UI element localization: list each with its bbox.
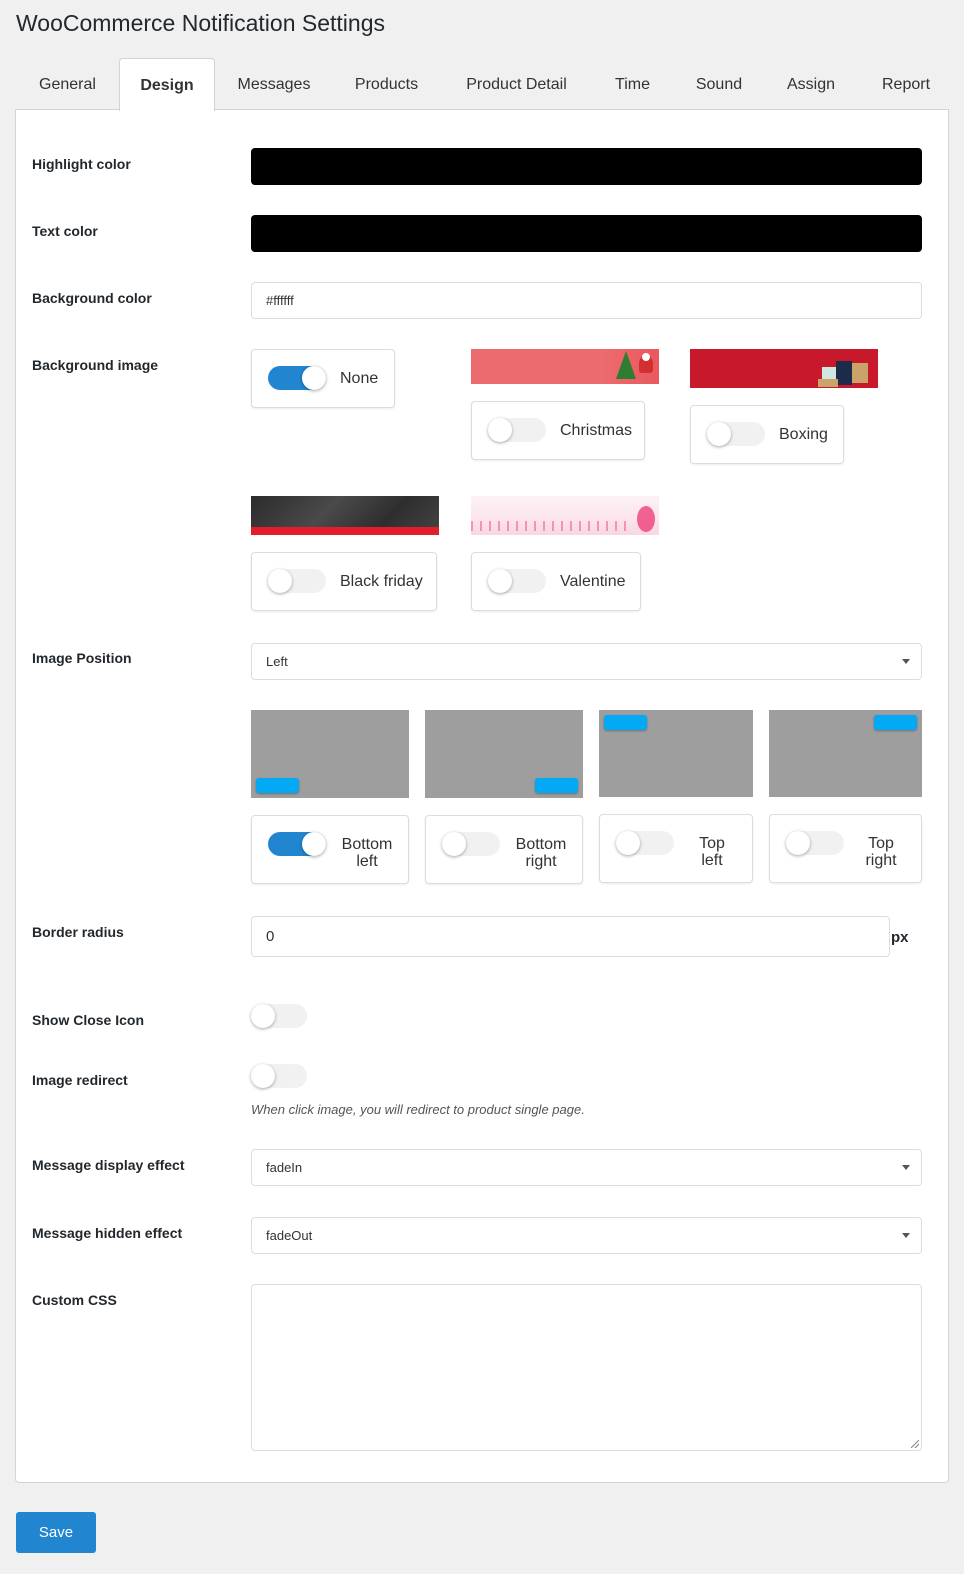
bg-black-friday-toggle[interactable]	[268, 569, 326, 593]
position-bottom-left-toggle[interactable]	[268, 832, 326, 856]
custom-css-label: Custom CSS	[32, 1292, 117, 1308]
message-display-effect-label: Message display effect	[32, 1157, 185, 1173]
position-bottom-right-label: Bottom right	[515, 836, 567, 870]
position-bottom-left-label: Bottom left	[341, 836, 393, 870]
chevron-down-icon	[902, 1233, 910, 1238]
bg-option-boxing[interactable]: Boxing	[690, 405, 844, 464]
tab-bar: General Design Messages Products Product…	[16, 58, 948, 111]
tab-product-detail[interactable]: Product Detail	[450, 58, 583, 110]
image-position-select[interactable]: Left	[251, 643, 922, 680]
notification-pill	[874, 715, 917, 730]
tab-assign[interactable]: Assign	[772, 58, 850, 110]
background-color-label: Background color	[32, 290, 152, 306]
background-color-input[interactable]: #ffffff	[251, 282, 922, 319]
position-option-bottom-left[interactable]: Bottom left	[251, 815, 409, 884]
custom-css-textarea[interactable]	[251, 1284, 922, 1451]
text-color-picker[interactable]	[251, 215, 922, 252]
background-image-label: Background image	[32, 357, 159, 373]
message-hidden-effect-value: fadeOut	[266, 1228, 313, 1243]
bg-valentine-toggle[interactable]	[488, 569, 546, 593]
image-redirect-help: When click image, you will redirect to p…	[251, 1102, 585, 1117]
border-radius-unit: px	[891, 929, 909, 946]
preview-bottom-left	[251, 710, 409, 798]
black-friday-banner-image	[251, 496, 439, 535]
bg-boxing-toggle[interactable]	[707, 422, 765, 446]
image-redirect-toggle[interactable]	[251, 1064, 307, 1088]
tab-products[interactable]: Products	[338, 58, 435, 110]
show-close-icon-label: Show Close Icon	[32, 1012, 145, 1028]
tab-design[interactable]: Design	[119, 58, 215, 111]
highlight-color-picker[interactable]	[251, 148, 922, 185]
show-close-icon-toggle[interactable]	[251, 1004, 307, 1028]
position-option-top-right[interactable]: Top right	[769, 814, 922, 883]
tab-general[interactable]: General	[16, 58, 119, 110]
tab-time[interactable]: Time	[601, 58, 664, 110]
christmas-banner-image	[471, 349, 659, 384]
image-position-value: Left	[266, 654, 288, 669]
notification-pill	[535, 778, 578, 793]
bg-valentine-label: Valentine	[560, 573, 626, 590]
bg-christmas-toggle[interactable]	[488, 418, 546, 442]
message-display-effect-value: fadeIn	[266, 1160, 303, 1175]
bg-boxing-label: Boxing	[779, 426, 828, 443]
bg-black-friday-label: Black friday	[340, 573, 423, 590]
text-color-label: Text color	[32, 223, 98, 239]
position-bottom-right-toggle[interactable]	[442, 832, 500, 856]
border-radius-input[interactable]: 0	[251, 916, 890, 957]
bg-option-christmas[interactable]: Christmas	[471, 401, 645, 460]
boxing-banner-image	[690, 349, 878, 388]
preview-top-right	[769, 710, 922, 797]
bg-none-label: None	[340, 370, 379, 387]
position-top-right-label: Top right	[865, 835, 897, 869]
position-top-left-label: Top left	[699, 835, 725, 869]
position-option-top-left[interactable]: Top left	[599, 814, 753, 883]
notification-pill	[604, 715, 647, 730]
notification-pill	[256, 778, 299, 793]
image-redirect-label: Image redirect	[32, 1072, 128, 1088]
bg-christmas-label: Christmas	[560, 422, 633, 439]
message-display-effect-select[interactable]: fadeIn	[251, 1149, 922, 1186]
tab-messages[interactable]: Messages	[222, 58, 326, 110]
preview-top-left	[599, 710, 753, 797]
chevron-down-icon	[902, 1165, 910, 1170]
position-top-right-toggle[interactable]	[786, 831, 844, 855]
message-hidden-effect-label: Message hidden effect	[32, 1225, 183, 1241]
position-top-left-toggle[interactable]	[616, 831, 674, 855]
chevron-down-icon	[902, 659, 910, 664]
tab-sound[interactable]: Sound	[680, 58, 758, 110]
image-position-label: Image Position	[32, 650, 132, 666]
position-option-bottom-right[interactable]: Bottom right	[425, 815, 583, 884]
page-title: WooCommerce Notification Settings	[16, 10, 385, 36]
preview-bottom-right	[425, 710, 583, 798]
save-button[interactable]: Save	[16, 1512, 96, 1553]
message-hidden-effect-select[interactable]: fadeOut	[251, 1217, 922, 1254]
resize-handle-icon[interactable]	[911, 1440, 919, 1448]
bg-option-valentine[interactable]: Valentine	[471, 552, 641, 611]
valentine-banner-image	[471, 496, 659, 535]
bg-none-toggle[interactable]	[268, 366, 326, 390]
tab-report[interactable]: Report	[865, 58, 947, 110]
border-radius-label: Border radius	[32, 924, 124, 940]
bg-option-black-friday[interactable]: Black friday	[251, 552, 437, 611]
highlight-color-label: Highlight color	[32, 156, 131, 172]
bg-option-none[interactable]: None	[251, 349, 395, 408]
